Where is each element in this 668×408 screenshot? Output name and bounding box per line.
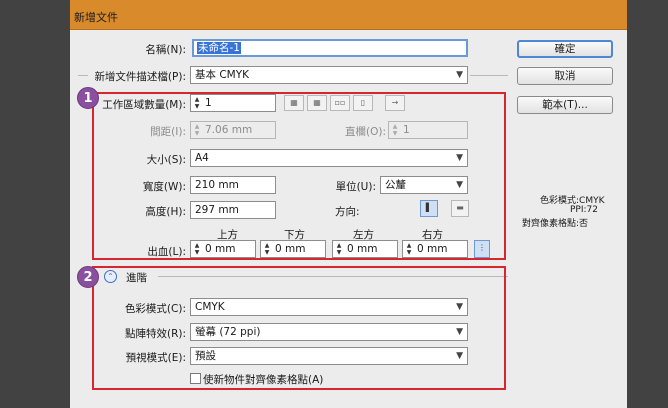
chevron-down-icon: ▼ [456,70,463,80]
step-badge-2: 2 [77,266,99,288]
templates-button[interactable]: 範本(T)... [517,96,613,114]
highlight-box-1 [92,92,506,260]
name-field[interactable]: 未命名-1 [192,39,468,57]
name-value: 未命名-1 [197,42,241,54]
highlight-box-2 [92,266,506,390]
summary-ppi: PPI:72 [570,205,598,215]
summary-align: 對齊像素格點:否 [522,219,589,229]
step-badge-1: 1 [77,87,99,109]
profile-value: 基本 CMYK [195,69,250,81]
group-border-top-left [78,75,88,76]
profile-label: 新增文件描述檔(P): [94,71,186,83]
name-label: 名稱(N): [145,44,186,56]
profile-select[interactable]: 基本 CMYK ▼ [190,66,468,84]
dialog-titlebar[interactable]: 新增文件 [70,0,627,30]
cancel-button[interactable]: 取消 [517,67,613,85]
ok-button[interactable]: 確定 [517,40,613,58]
dialog-title: 新增文件 [74,11,118,24]
group-border-top-right [470,75,508,76]
